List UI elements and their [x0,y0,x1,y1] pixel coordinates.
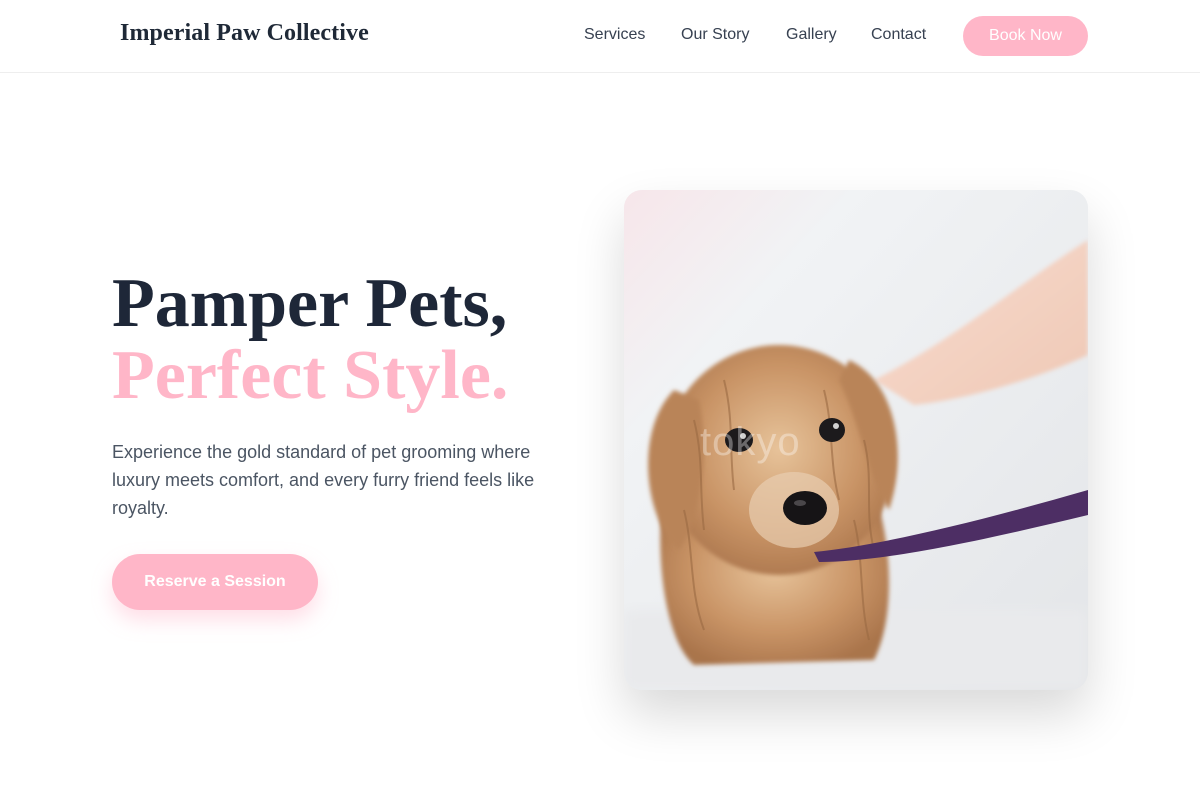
hero-title-line1: Pamper Pets, [112,265,508,342]
wet-dog-illustration [624,190,1088,690]
reserve-session-button[interactable]: Reserve a Session [112,554,318,610]
nav-link-services[interactable]: Services [584,26,645,44]
image-watermark: tokyo [700,420,801,464]
hero-description: Experience the gold standard of pet groo… [112,442,535,518]
nav-link-our-story[interactable]: Our Story [681,26,749,44]
nav-link-gallery[interactable]: Gallery [786,26,837,44]
brand-logo[interactable]: Imperial Paw Collective [120,20,369,47]
book-now-button[interactable]: Book Now [963,16,1088,56]
hero-dog-photo [624,190,1088,690]
site-header: Imperial Paw Collective Services Our Sto… [0,0,1200,73]
hero-title-line2: Perfect Style. [112,337,509,414]
hero-title: Pamper Pets, Perfect Style. [112,268,508,412]
nav-link-contact[interactable]: Contact [871,26,926,44]
